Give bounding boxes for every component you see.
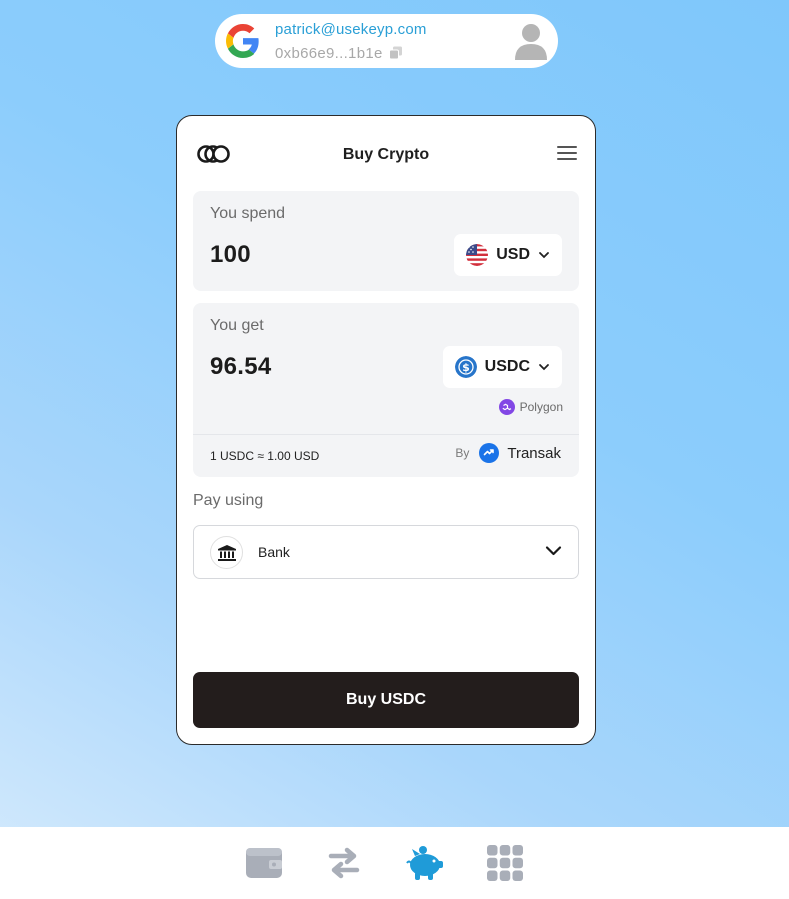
spend-currency-select[interactable]: USD [454,234,562,276]
piggy-bank-icon[interactable] [406,844,444,882]
bottom-nav [0,827,789,899]
chevron-down-icon [539,364,549,371]
spend-label: You spend [210,205,286,222]
divider [193,434,579,435]
wallet-address: 0xb66e9...1b1e [275,45,383,62]
google-icon [226,24,259,58]
chevron-down-icon [539,252,549,259]
network-badge: Polygon [498,399,563,415]
provider-info: By Transak [455,443,561,463]
exchange-rate: 1 USDC ≈ 1.00 USD [210,449,320,463]
buy-usdc-button[interactable]: Buy USDC [193,672,579,728]
get-label: You get [210,317,264,334]
page-title: Buy Crypto [342,146,430,163]
network-label: Polygon [519,400,563,414]
get-currency-select[interactable]: $ USDC [442,346,562,388]
account-pill[interactable]: patrick@usekeyp.com 0xb66e9...1b1e [215,14,558,68]
svg-text:$: $ [462,361,470,374]
buy-crypto-card: Buy Crypto You spend 100 USD You get 96.… [176,115,596,745]
get-amount: 96.54 [210,353,272,380]
get-panel: You get 96.54 $ USDC Polygon 1 USDC ≈ 1.… [193,303,579,477]
swap-icon[interactable] [325,844,363,882]
account-email: patrick@usekeyp.com [275,21,427,38]
wallet-icon[interactable] [245,844,283,882]
payment-method-label: Bank [258,544,290,560]
polygon-icon [498,399,515,415]
spend-amount-input[interactable]: 100 [210,241,251,269]
provider-by-label: By [455,446,470,460]
get-currency-label: USDC [484,358,530,375]
pay-using-label: Pay using [193,492,264,509]
user-avatar-icon[interactable] [513,22,549,60]
apps-grid-icon[interactable] [486,844,524,882]
provider-name: Transak [507,444,561,462]
payment-method-select[interactable]: Bank [193,525,579,579]
spend-panel: You spend 100 USD [193,191,579,291]
menu-icon[interactable] [557,146,577,161]
bank-icon [210,536,243,569]
transak-icon [479,443,500,463]
us-flag-icon [466,244,489,266]
spend-currency-label: USD [496,246,530,263]
copy-icon[interactable] [389,46,403,60]
chevron-down-icon [545,546,562,556]
usdc-icon: $ [454,356,477,378]
